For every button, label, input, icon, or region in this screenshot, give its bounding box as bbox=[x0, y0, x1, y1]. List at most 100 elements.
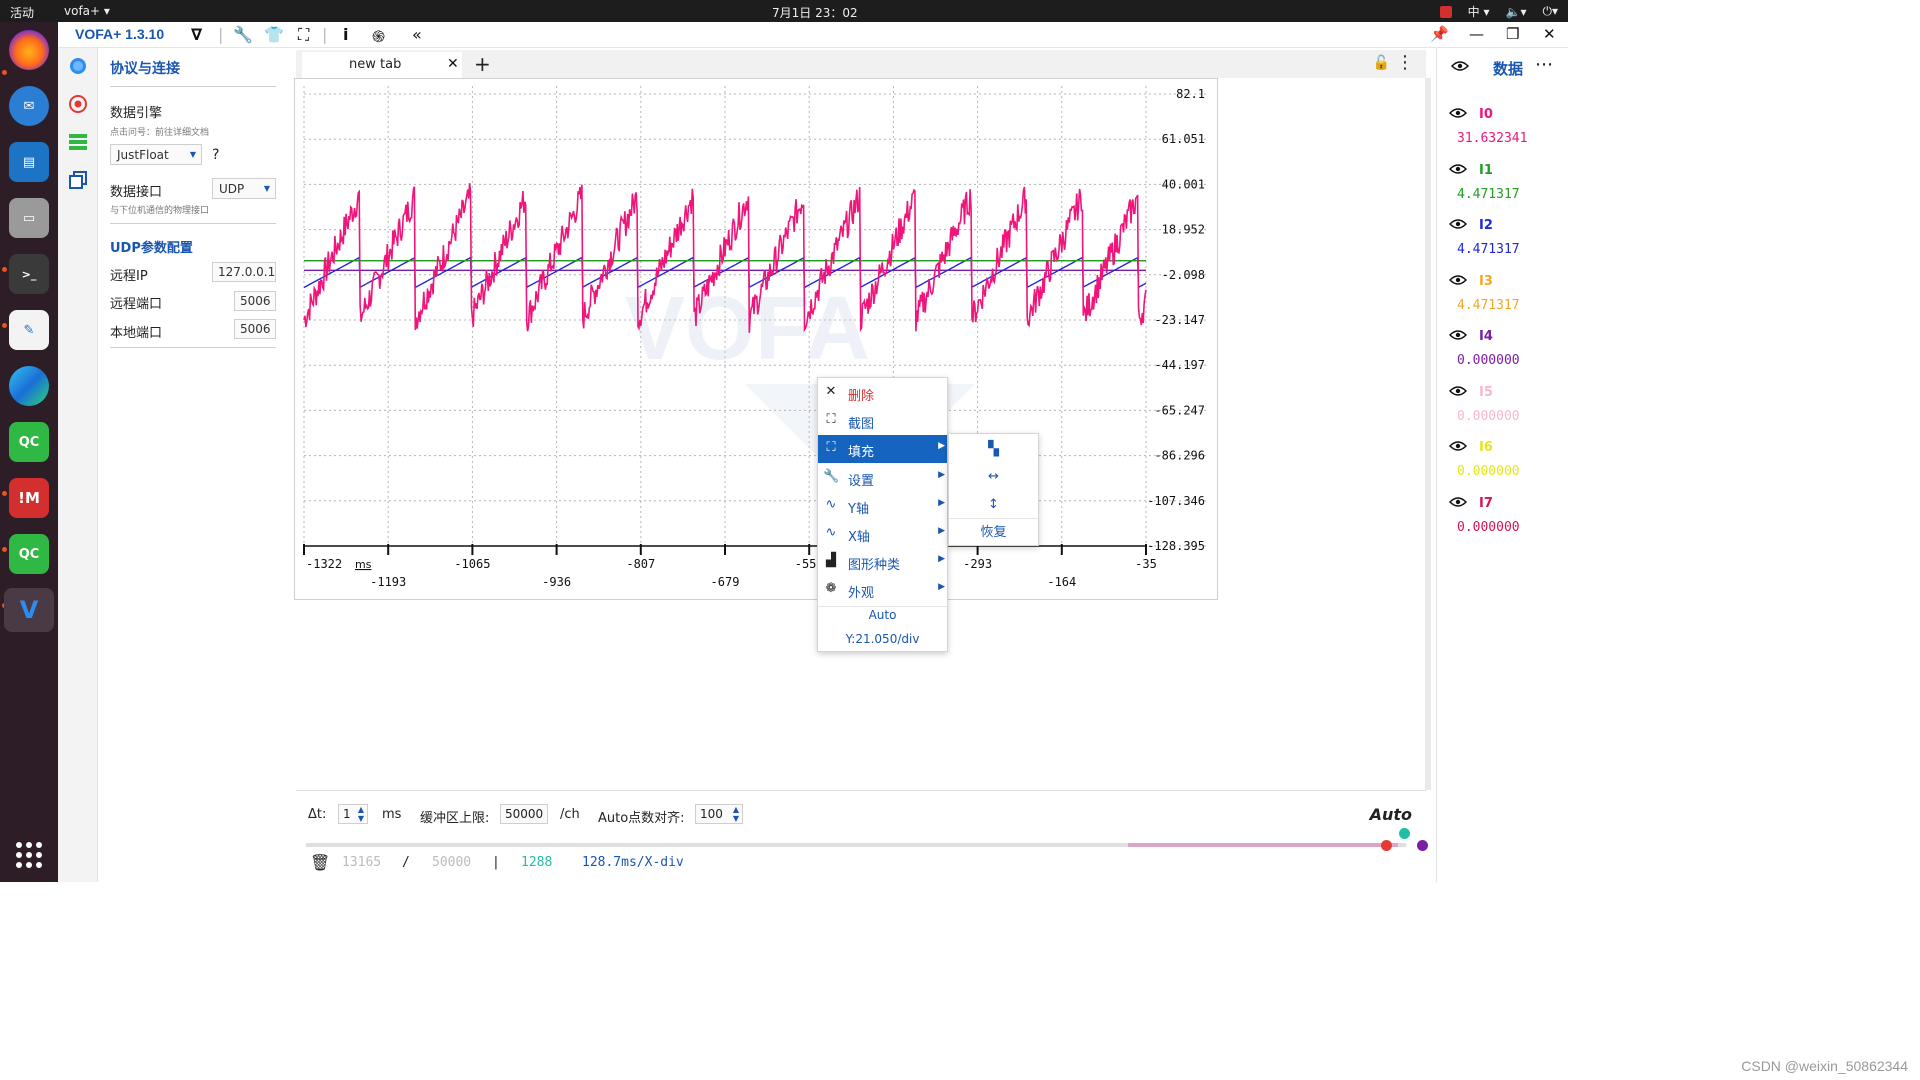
collapse-icon[interactable]: « bbox=[412, 25, 422, 44]
channel-i2[interactable]: I2 4.471317 bbox=[1437, 214, 1569, 270]
show-apps-icon[interactable] bbox=[16, 842, 42, 868]
eye-icon[interactable] bbox=[1449, 218, 1467, 230]
protocol-icon[interactable]: ∇ bbox=[191, 25, 202, 44]
menu-mode-auto[interactable]: Auto bbox=[818, 608, 947, 622]
tray-app-icon[interactable] bbox=[1439, 5, 1452, 18]
slider-handle-red[interactable] bbox=[1381, 840, 1392, 851]
remote-ip-input[interactable]: 127.0.0.1 bbox=[212, 262, 276, 282]
close-button[interactable]: ✕ bbox=[1543, 25, 1556, 43]
eye-icon[interactable] bbox=[1449, 385, 1467, 397]
help-button[interactable]: ? bbox=[212, 147, 219, 163]
menu-item-appearance[interactable]: ❁ 外观 ▶ bbox=[818, 576, 947, 604]
fit-x-button[interactable]: ↔ bbox=[949, 463, 1038, 491]
clock[interactable]: 7月1日 23：02 bbox=[772, 4, 858, 21]
minimize-button[interactable]: — bbox=[1469, 25, 1484, 43]
eye-icon[interactable] bbox=[1449, 107, 1467, 119]
slider-handle-teal[interactable] bbox=[1399, 828, 1410, 839]
text-editor-icon[interactable]: ✎ bbox=[9, 310, 49, 350]
menu-item-y-axis[interactable]: ∿ Y轴 ▶ bbox=[818, 492, 947, 520]
eye-icon[interactable] bbox=[1451, 60, 1469, 72]
scrollbar[interactable] bbox=[1425, 78, 1431, 790]
fingerprint-icon[interactable]: ֍ bbox=[372, 25, 385, 47]
menu-item-x-axis[interactable]: ∿ X轴 ▶ bbox=[818, 520, 947, 548]
channel-i3[interactable]: I3 4.471317 bbox=[1437, 270, 1569, 326]
close-icon[interactable]: ✕ bbox=[447, 56, 459, 72]
spin-arrows-icon[interactable]: ▲ ▼ bbox=[733, 805, 739, 823]
eye-icon[interactable] bbox=[1449, 274, 1467, 286]
channel-i1[interactable]: I1 4.471317 bbox=[1437, 159, 1569, 215]
qt-creator-icon[interactable]: QC bbox=[9, 422, 49, 462]
channel-name: I0 bbox=[1479, 107, 1493, 122]
interface-select[interactable]: UDP ▼ bbox=[212, 178, 276, 199]
wrench-icon[interactable]: 🔧 bbox=[233, 25, 253, 44]
running-indicator bbox=[2, 547, 7, 552]
activities-button[interactable]: 活动 bbox=[10, 4, 34, 21]
terminal-icon[interactable]: >_ bbox=[9, 254, 49, 294]
spin-arrows-icon[interactable]: ▲ ▼ bbox=[358, 805, 364, 823]
menu-item-delete[interactable]: ✕ 删除 bbox=[818, 379, 947, 407]
engine-select-value: JustFloat bbox=[117, 148, 169, 162]
channel-i4[interactable]: I4 0.000000 bbox=[1437, 325, 1569, 381]
fit-both-button[interactable]: ▚ bbox=[949, 435, 1038, 463]
power-icon[interactable]: ⏻▾ bbox=[1542, 4, 1558, 19]
menu-item-fill[interactable]: ⛶ 填充 ▶ bbox=[818, 435, 947, 463]
input-method-indicator[interactable]: 中 ▾ bbox=[1468, 3, 1490, 20]
dt-spinbox[interactable]: 1 ▲ ▼ bbox=[338, 804, 368, 824]
vofa-icon[interactable]: V bbox=[4, 588, 54, 632]
windows-icon[interactable] bbox=[68, 170, 88, 190]
fit-y-button[interactable]: ↕ bbox=[949, 491, 1038, 519]
waveform-plot[interactable]: VOFA 82.1 61.051 40.001 18.952 -2.098 -23.147 -… bbox=[294, 78, 1218, 600]
list-icon[interactable] bbox=[68, 132, 88, 152]
buffer-input[interactable]: 50000 bbox=[500, 804, 548, 824]
shirt-icon[interactable]: 👕 bbox=[264, 25, 284, 44]
engine-select[interactable]: JustFloat ▼ bbox=[110, 144, 202, 165]
more-icon[interactable]: ⋮ bbox=[1396, 52, 1414, 73]
firefox-icon[interactable] bbox=[9, 30, 49, 70]
red-app-icon[interactable]: !M bbox=[9, 478, 49, 518]
eye-icon[interactable] bbox=[1449, 496, 1467, 508]
app-menu[interactable]: vofa+ ▾ bbox=[64, 4, 110, 18]
menu-item-chart-type[interactable]: ▟ 图形种类 ▶ bbox=[818, 548, 947, 576]
menu-item-screenshot[interactable]: ⛶ 截图 bbox=[818, 407, 947, 435]
files-icon[interactable]: ▭ bbox=[9, 198, 49, 238]
info-icon[interactable]: i bbox=[343, 25, 348, 44]
eye-icon[interactable] bbox=[1449, 329, 1467, 341]
align-spinbox[interactable]: 100 ▲ ▼ bbox=[695, 804, 743, 824]
plot-canvas[interactable]: VOFA 82.1 61.051 40.001 18.952 -2.098 -23.147 -… bbox=[295, 79, 1217, 599]
slider-handle-purple[interactable] bbox=[1417, 840, 1428, 851]
tab-new-tab[interactable]: new tab ✕ bbox=[302, 52, 462, 78]
panel-title: 协议与连接 bbox=[110, 61, 180, 77]
trash-icon[interactable]: 🗑 bbox=[310, 853, 330, 872]
record-icon[interactable] bbox=[68, 94, 88, 114]
remote-port-input[interactable]: 5006 bbox=[234, 291, 276, 311]
tab-bar: new tab ✕ + 🔓 ⋮ bbox=[296, 50, 1426, 78]
local-port-input[interactable]: 5006 bbox=[234, 319, 276, 339]
channel-value: 31.632341 bbox=[1457, 131, 1528, 146]
connection-icon[interactable] bbox=[68, 56, 88, 76]
channel-name: I5 bbox=[1479, 384, 1493, 400]
thunderbird-icon[interactable]: ✉ bbox=[9, 86, 49, 126]
wrench-icon: 🔧 bbox=[823, 469, 840, 484]
channel-i0[interactable]: I0 31.632341 bbox=[1437, 103, 1569, 159]
screenshot-icon: ⛶ bbox=[826, 412, 836, 427]
restore-button[interactable]: 恢复 bbox=[949, 519, 1038, 547]
dt-unit: ms bbox=[382, 807, 402, 822]
mode-indicator[interactable]: Auto bbox=[1370, 805, 1412, 824]
more-icon[interactable]: ⋯ bbox=[1535, 54, 1553, 75]
writer-icon[interactable]: ▤ bbox=[9, 142, 49, 182]
maximize-button[interactable]: ❐ bbox=[1506, 25, 1519, 43]
qt-creator-icon-2[interactable]: QC bbox=[9, 534, 49, 574]
pin-icon[interactable]: 📌 bbox=[1430, 25, 1449, 43]
menu-item-settings[interactable]: 🔧 设置 ▶ bbox=[818, 464, 947, 492]
eye-icon[interactable] bbox=[1449, 440, 1467, 452]
volume-icon[interactable]: 🔈▾ bbox=[1506, 5, 1527, 19]
add-tab-button[interactable]: + bbox=[474, 52, 491, 76]
eye-icon[interactable] bbox=[1449, 163, 1467, 175]
edge-icon[interactable] bbox=[9, 366, 49, 406]
channel-i7[interactable]: I7 0.000000 bbox=[1437, 492, 1569, 548]
screenshot-icon[interactable]: ⛶ bbox=[298, 25, 309, 45]
unlock-icon[interactable]: 🔓 bbox=[1373, 55, 1390, 71]
channel-i6[interactable]: I6 0.000000 bbox=[1437, 436, 1569, 492]
channel-i5[interactable]: I5 0.000000 bbox=[1437, 381, 1569, 437]
submenu-arrow-icon: ▶ bbox=[938, 582, 945, 592]
